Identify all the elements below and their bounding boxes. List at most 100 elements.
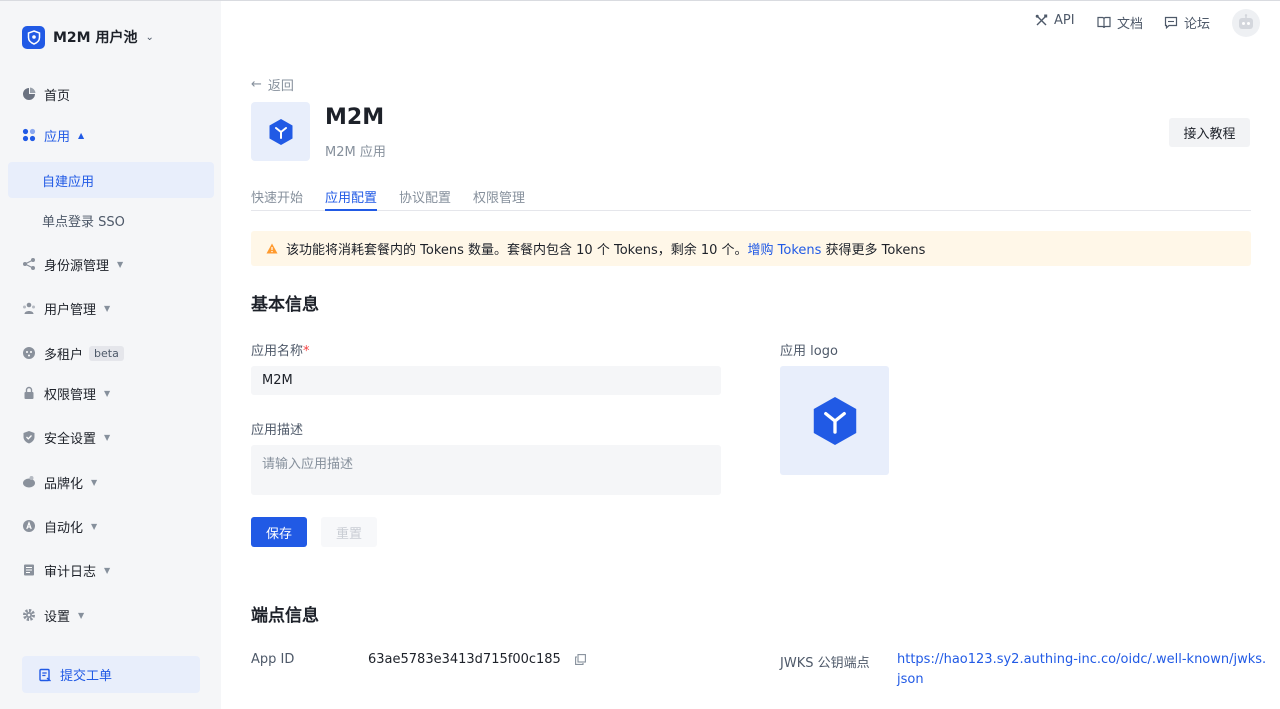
required-mark: * — [303, 344, 310, 359]
tools-icon — [1035, 14, 1048, 26]
sidebar-item-label: 自建应用 — [42, 174, 95, 190]
app-logo-uploader[interactable] — [780, 366, 889, 475]
jwks-url-line-1: https://hao123.sy2.authing-inc.co/oidc/.… — [897, 652, 1267, 667]
shield-logo-icon — [22, 25, 45, 49]
sidebar-item-users[interactable]: 用户管理 ▼ — [0, 290, 221, 326]
sidebar-item-tenants[interactable]: 多租户 beta — [0, 335, 221, 371]
jwks-endpoint-link[interactable]: https://hao123.sy2.authing-inc.co/oidc/.… — [897, 650, 1266, 690]
sidebar-item-automation[interactable]: 自动化 ▼ — [0, 508, 221, 544]
user-pool-switcher[interactable]: M2M 用户池 ⌄ — [22, 25, 154, 49]
book-icon — [1097, 16, 1111, 29]
app-name-label: 应用名称* — [251, 340, 310, 359]
chat-icon — [1164, 16, 1178, 29]
jwks-endpoint-label: JWKS 公钥端点 — [780, 656, 870, 671]
buy-tokens-link[interactable]: 增购 Tokens — [748, 239, 822, 258]
sidebar-item-custom-apps[interactable]: 自建应用 — [8, 162, 214, 198]
caret-down-icon: ▼ — [104, 565, 111, 575]
robot-avatar-icon — [1239, 14, 1253, 29]
app-window: M2M 用户池 ⌄ 首页 应用 ▲ 自建应用 单点登录 SSO 身份源管理 ▼ … — [0, 0, 1280, 709]
app-name-input[interactable]: M2M — [251, 366, 721, 395]
sidebar-item-label: 多租户 — [44, 347, 84, 363]
pie-chart-icon — [22, 87, 36, 101]
forum-link[interactable]: 论坛 — [1164, 13, 1210, 32]
sidebar-item-label: 自动化 — [44, 520, 84, 536]
submit-ticket-label: 提交工单 — [60, 669, 113, 684]
cube-icon — [813, 396, 856, 445]
endpoint-info-heading: 端点信息 — [251, 606, 319, 626]
main-content: ← 返回 M2M M2M 应用 接入教程 快速开始 应用配置 协议配置 权限管理… — [221, 45, 1280, 708]
sidebar-item-label: 权限管理 — [44, 387, 97, 403]
page-subtitle: M2M 应用 — [325, 145, 386, 160]
tab-quick-start[interactable]: 快速开始 — [251, 187, 303, 211]
sidebar-item-label: 设置 — [44, 609, 71, 625]
tab-protocol-config[interactable]: 协议配置 — [399, 187, 451, 211]
docs-link[interactable]: 文档 — [1097, 13, 1143, 32]
beta-badge: beta — [89, 345, 124, 361]
caret-down-icon: ▼ — [104, 432, 111, 442]
share-icon — [22, 257, 36, 271]
apps-icon — [22, 128, 36, 142]
sidebar-item-settings[interactable]: 设置 ▼ — [0, 597, 221, 633]
app-name-label-text: 应用名称 — [251, 344, 304, 359]
sidebar-item-label: 用户管理 — [44, 302, 97, 318]
sidebar-item-permissions[interactable]: 权限管理 ▼ — [0, 375, 221, 411]
app-description-label: 应用描述 — [251, 423, 304, 438]
sidebar-item-label: 身份源管理 — [44, 258, 110, 274]
caret-down-icon: ▼ — [78, 610, 85, 620]
app-icon — [251, 102, 310, 161]
gear-icon — [22, 608, 36, 622]
caret-down-icon: ▼ — [91, 521, 98, 531]
tab-bar: 快速开始 应用配置 协议配置 权限管理 — [251, 183, 1251, 211]
tokens-notice: 该功能将消耗套餐内的 Tokens 数量。套餐内包含 10 个 Tokens，剩… — [251, 231, 1251, 266]
chevron-down-icon: ⌄ — [145, 31, 154, 43]
user-pool-name: M2M 用户池 — [53, 30, 138, 46]
sidebar-item-home[interactable]: 首页 — [0, 76, 221, 112]
sidebar: M2M 用户池 ⌄ 首页 应用 ▲ 自建应用 单点登录 SSO 身份源管理 ▼ … — [0, 1, 221, 709]
lock-icon — [22, 386, 36, 400]
notice-text: 该功能将消耗套餐内的 Tokens 数量。套餐内包含 10 个 Tokens，剩… — [286, 243, 748, 258]
sidebar-item-identity-sources[interactable]: 身份源管理 ▼ — [0, 246, 221, 282]
tab-permission-management[interactable]: 权限管理 — [473, 187, 525, 211]
integration-tutorial-button[interactable]: 接入教程 — [1169, 118, 1250, 147]
top-bar: API 文档 论坛 — [221, 1, 1280, 45]
tenant-icon — [22, 346, 36, 360]
caret-down-icon: ▼ — [117, 259, 124, 269]
api-link[interactable]: API — [1035, 13, 1075, 28]
sidebar-item-audit-logs[interactable]: 审计日志 ▼ — [0, 552, 221, 588]
cube-icon — [269, 118, 292, 145]
reset-button[interactable]: 重置 — [321, 517, 377, 547]
log-icon — [22, 563, 36, 577]
warning-icon — [266, 243, 278, 254]
page-title: M2M — [325, 105, 385, 130]
app-id-label: App ID — [251, 652, 295, 667]
arrow-left-icon: ← — [251, 77, 262, 92]
back-link[interactable]: ← 返回 — [251, 75, 294, 94]
app-id-value: 63ae5783e3413d715f00c185 — [368, 652, 561, 667]
shield-icon — [22, 430, 36, 444]
app-description-textarea[interactable]: 请输入应用描述 — [251, 445, 721, 495]
sidebar-item-sso[interactable]: 单点登录 SSO — [8, 202, 214, 238]
avatar[interactable] — [1232, 9, 1260, 37]
sidebar-item-branding[interactable]: 品牌化 ▼ — [0, 464, 221, 500]
jwks-url-line-2: json — [897, 672, 924, 687]
api-link-label: API — [1054, 13, 1075, 28]
caret-up-icon: ▲ — [78, 130, 85, 140]
copy-icon[interactable] — [575, 654, 586, 665]
sidebar-item-apps[interactable]: 应用 ▲ — [0, 117, 221, 153]
sidebar-item-label: 首页 — [44, 88, 71, 104]
docs-link-label: 文档 — [1117, 17, 1144, 32]
caret-down-icon: ▼ — [104, 388, 111, 398]
brand-icon — [22, 475, 36, 489]
save-button[interactable]: 保存 — [251, 517, 307, 547]
sidebar-item-label: 安全设置 — [44, 431, 97, 447]
submit-ticket-button[interactable]: 提交工单 — [22, 656, 200, 693]
basic-info-heading: 基本信息 — [251, 295, 319, 315]
forum-link-label: 论坛 — [1184, 17, 1211, 32]
sidebar-item-security[interactable]: 安全设置 ▼ — [0, 419, 221, 455]
sidebar-item-label: 品牌化 — [44, 476, 84, 492]
ticket-icon — [38, 668, 52, 682]
sidebar-item-label: 应用 — [44, 129, 71, 145]
caret-down-icon: ▼ — [104, 303, 111, 313]
app-id-value-row: 63ae5783e3413d715f00c185 — [368, 652, 586, 667]
tab-app-config[interactable]: 应用配置 — [325, 187, 378, 211]
